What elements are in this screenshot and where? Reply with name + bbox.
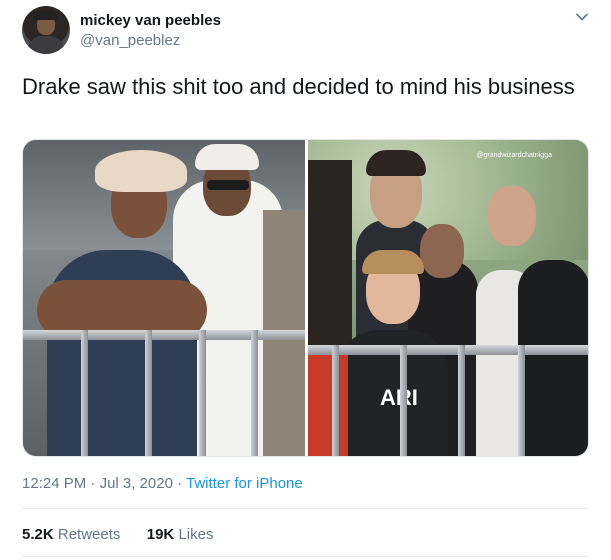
railing-post <box>199 330 206 456</box>
woman-hat <box>95 150 187 192</box>
railing <box>308 345 588 355</box>
boy-hair <box>362 250 424 274</box>
railing-post <box>145 330 152 456</box>
likes-count: 19K <box>146 526 175 543</box>
likes-stat[interactable]: 19K Likes <box>147 526 214 543</box>
media-watermark: @grandwizardchatnigga <box>476 152 552 159</box>
photo-left[interactable] <box>23 140 305 456</box>
drake-head <box>420 224 464 278</box>
retweets-count: 5.2K <box>22 526 54 543</box>
sunglasses-head <box>488 186 536 246</box>
tweet-media[interactable]: ARI @grandwizardchatnigga <box>22 139 589 457</box>
divider <box>22 556 589 557</box>
meta-separator: · <box>86 475 100 492</box>
avatar-body <box>28 36 64 54</box>
retweets-stat[interactable]: 5.2K Retweets <box>22 526 120 543</box>
avatar[interactable] <box>22 6 70 54</box>
man-sunglasses <box>207 180 249 190</box>
tweet-date[interactable]: Jul 3, 2020 <box>100 475 173 492</box>
shirt-text: ARI <box>380 385 418 410</box>
tweet-time[interactable]: 12:24 PM <box>22 475 86 492</box>
railing-post <box>400 345 407 456</box>
railing-post <box>81 330 88 456</box>
railing-post <box>251 330 258 456</box>
photo-right[interactable]: ARI @grandwizardchatnigga <box>308 140 588 456</box>
teen-hair <box>366 150 426 176</box>
railing-post <box>458 345 465 456</box>
person-small-kid <box>308 350 348 456</box>
author-name[interactable]: mickey van peebles <box>80 12 221 29</box>
avatar-cap <box>34 11 58 20</box>
chevron-down-icon[interactable] <box>575 10 589 24</box>
man-cap <box>195 144 259 170</box>
likes-label: Likes <box>178 526 214 543</box>
meta-separator: · <box>172 475 187 492</box>
divider <box>22 508 589 509</box>
person-far-right <box>518 260 588 456</box>
tweet-source[interactable]: Twitter for iPhone <box>186 475 303 492</box>
retweets-label: Retweets <box>57 526 121 543</box>
railing-post <box>332 345 339 456</box>
tweet-stats: 5.2K Retweets 19K Likes <box>22 526 213 543</box>
railing <box>23 330 305 340</box>
railing-post <box>518 345 525 456</box>
author-handle[interactable]: @van_peeblez <box>80 32 180 49</box>
tweet-timestamp: 12:24 PM · Jul 3, 2020 · Twitter for iPh… <box>22 475 303 492</box>
tweet-text: Drake saw this shit too and decided to m… <box>22 74 575 99</box>
tweet-card: mickey van peebles @van_peeblez Drake sa… <box>0 0 611 560</box>
